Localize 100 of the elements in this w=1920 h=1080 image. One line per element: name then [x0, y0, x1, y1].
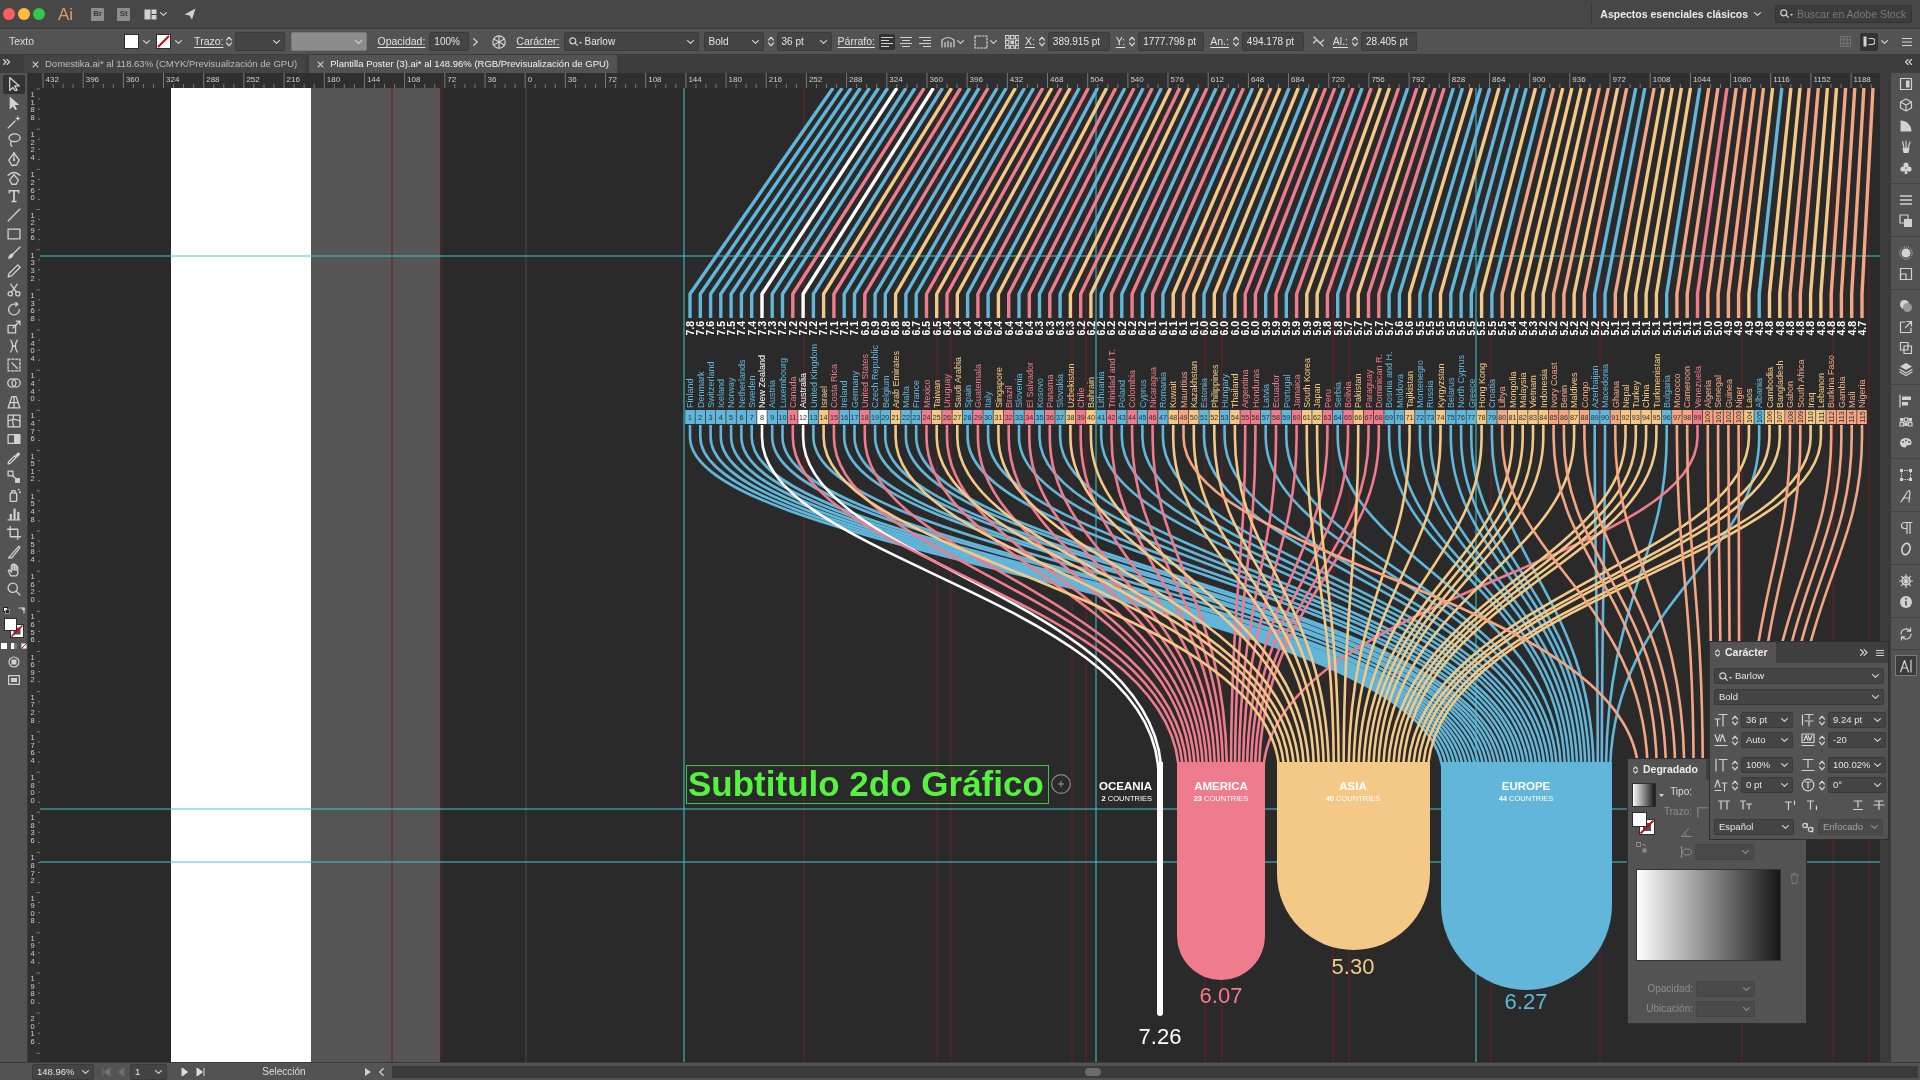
fill-stroke-swatch-icon[interactable] [3, 618, 24, 639]
caret-icon[interactable] [1872, 695, 1879, 699]
opacity-panel-link[interactable]: Opacidad: [377, 35, 426, 48]
paragraph-panel-link[interactable]: Párrafo: [837, 35, 875, 48]
caret-icon[interactable] [1874, 783, 1881, 787]
caret-icon[interactable] [751, 39, 759, 44]
current-tool-button[interactable]: Selección [209, 1065, 359, 1078]
all-caps-icon[interactable] [1718, 800, 1730, 810]
reference-point-icon[interactable] [1004, 34, 1019, 49]
caret-icon[interactable] [1742, 850, 1749, 854]
caret-icon[interactable] [1782, 825, 1789, 829]
y-field[interactable]: 1777.798 pt [1138, 32, 1205, 51]
panel-menu-icon[interactable] [1876, 649, 1884, 656]
superscript-icon[interactable] [1785, 800, 1797, 810]
app-launcher-button[interactable]: St [117, 7, 131, 21]
color-mode-icon[interactable] [0, 643, 7, 650]
stepper-icon[interactable] [1129, 36, 1136, 47]
corner-arrow-icon[interactable] [17, 607, 25, 615]
chevron-left-icon[interactable] [379, 1067, 384, 1076]
tracking-field[interactable]: -20 [1828, 732, 1886, 748]
stepper-icon[interactable] [1819, 759, 1825, 771]
caret-icon[interactable] [819, 39, 827, 44]
caret-icon[interactable] [1743, 987, 1750, 991]
window-close-icon[interactable] [3, 8, 15, 20]
close-icon[interactable] [32, 60, 39, 68]
align-button[interactable] [878, 33, 895, 50]
window-minimize-icon[interactable] [18, 8, 30, 20]
stepper-icon[interactable] [767, 36, 774, 47]
chevron-right-icon[interactable] [473, 37, 479, 46]
gradient-swatch-icon[interactable] [1632, 783, 1656, 807]
y-link[interactable]: Y: [1115, 35, 1126, 48]
caret-icon[interactable] [1781, 718, 1788, 722]
fill-swatch-icon[interactable] [124, 34, 140, 49]
caret-icon[interactable] [1874, 763, 1881, 767]
screen-icon[interactable] [7, 675, 20, 686]
panel-button[interactable] [1894, 655, 1917, 676]
paper-plane-icon[interactable] [184, 8, 197, 20]
caret-icon[interactable] [175, 39, 183, 44]
stepper-icon[interactable] [1352, 36, 1359, 47]
underline-icon[interactable] [1852, 800, 1864, 810]
double-chevron-icon[interactable] [3, 59, 10, 65]
opacity-field[interactable] [1696, 981, 1755, 997]
horizontal-scale-field[interactable]: 100.02% [1828, 757, 1886, 773]
stepper-icon[interactable] [1819, 714, 1825, 726]
font-style-field[interactable]: Bold [703, 32, 764, 51]
menu-icon[interactable] [1902, 37, 1912, 46]
stepper-icon[interactable] [1819, 779, 1825, 791]
x-link[interactable]: X: [1024, 35, 1035, 48]
width-link[interactable]: An.: [1210, 35, 1229, 48]
rotation-field[interactable]: 0° [1828, 777, 1886, 793]
stepper-icon[interactable] [226, 36, 233, 47]
opacity-field[interactable]: 100% [429, 32, 470, 51]
document-tab[interactable]: Domestika.ai* al 118.63% (CMYK/Previsualización de GPU) [24, 55, 306, 73]
font-size-field[interactable]: 36 pt [1741, 712, 1793, 728]
caret-icon[interactable] [1781, 763, 1788, 767]
strikethrough-icon[interactable] [1873, 800, 1885, 810]
artboard-number-field[interactable]: 1 [130, 1063, 167, 1080]
next-icon[interactable] [181, 1066, 190, 1077]
stepper-icon[interactable] [1732, 759, 1738, 771]
caret-icon[interactable] [1659, 793, 1664, 797]
tool-button[interactable] [2, 75, 25, 94]
font-size-field[interactable]: 36 pt [776, 32, 832, 51]
height-field[interactable]: 28.405 pt [1361, 32, 1418, 51]
caret-icon[interactable] [1872, 674, 1879, 678]
caret-icon[interactable] [273, 39, 281, 44]
stroke-weight-field[interactable] [235, 32, 286, 51]
caret-icon[interactable] [82, 1069, 89, 1074]
marquee-select-icon[interactable] [973, 34, 988, 49]
vertical-scale-field[interactable]: 100% [1741, 757, 1793, 773]
stepper-icon[interactable] [1819, 734, 1825, 746]
caret-icon[interactable] [1743, 1007, 1750, 1011]
stepper-icon[interactable] [1732, 779, 1738, 791]
stock-search-field[interactable]: Buscar en Adobe Stock [1775, 5, 1912, 23]
stroke-panel-link[interactable]: Trazo: [194, 35, 224, 48]
last-page-icon[interactable] [196, 1066, 205, 1077]
none-mode-icon[interactable] [20, 643, 27, 650]
width-field[interactable]: 494.178 pt [1241, 32, 1304, 51]
subscript-icon[interactable] [1807, 800, 1819, 810]
workspace-dropdown[interactable]: Aspectos esenciales clásicos [1600, 7, 1761, 21]
double-chevron-icon[interactable] [1860, 649, 1868, 656]
snap-toggle-button[interactable] [1860, 32, 1878, 51]
layout-grid-icon[interactable] [144, 8, 158, 20]
aspect-ratio-field[interactable] [1695, 844, 1754, 860]
gradient-tab[interactable]: Degradado [1628, 759, 1706, 780]
fill-stroke-swatch-icon[interactable] [1632, 812, 1655, 835]
close-icon[interactable] [317, 60, 325, 68]
font-style-field[interactable]: Bold [1714, 689, 1884, 705]
caret-icon[interactable] [1754, 12, 1761, 16]
window-maximize-icon[interactable] [33, 8, 45, 20]
stepper-icon[interactable] [1732, 734, 1738, 746]
scroll-thumb[interactable] [1085, 1067, 1101, 1076]
collapse-arrows-icon[interactable] [1633, 765, 1638, 774]
play-icon[interactable] [365, 1067, 371, 1076]
default-colors-icon[interactable] [2, 607, 10, 615]
collapse-arrows-icon[interactable] [1715, 648, 1720, 657]
caret-icon[interactable] [956, 39, 964, 44]
small-caps-icon[interactable] [1740, 800, 1752, 810]
caret-icon[interactable] [1874, 718, 1881, 722]
double-chevron-icon[interactable] [1905, 59, 1912, 65]
location-field[interactable] [1696, 1001, 1755, 1017]
